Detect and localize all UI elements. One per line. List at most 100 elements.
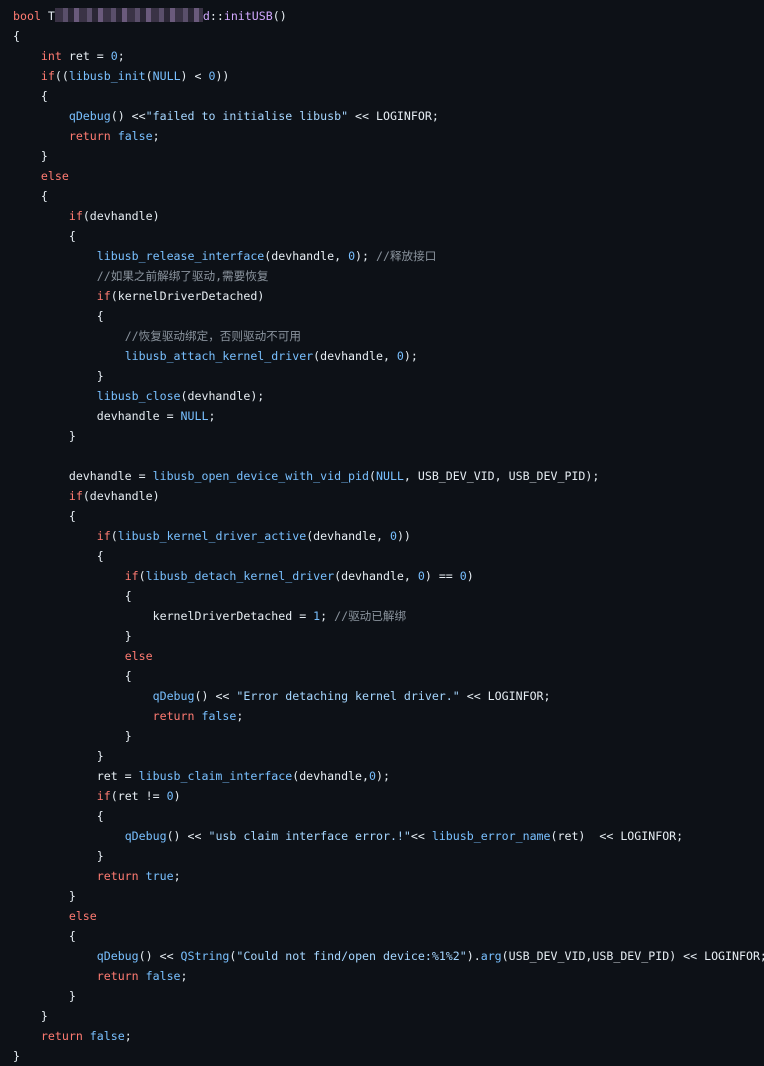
code-line: if(devhandle) <box>13 206 764 226</box>
code-line: } <box>13 886 764 906</box>
code-line: } <box>13 846 764 866</box>
code-line: devhandle = libusb_open_device_with_vid_… <box>13 466 764 486</box>
redacted-class-name <box>54 8 203 22</box>
code-line: return false; <box>13 126 764 146</box>
code-token: (devhandle, <box>306 529 390 543</box>
code-token: << LOGINFOR; <box>459 689 551 703</box>
code-token: () <box>272 9 287 23</box>
code-token: } <box>96 749 104 763</box>
code-token: { <box>40 89 48 103</box>
code-token: 0 <box>389 529 397 543</box>
code-line: { <box>13 926 764 946</box>
code-line: { <box>13 186 764 206</box>
code-line: int ret = 0; <box>13 46 764 66</box>
code-token: (ret != <box>110 789 167 803</box>
code-line: //如果之前解绑了驱动,需要恢复 <box>13 266 764 286</box>
code-token: { <box>96 309 104 323</box>
code-token: , USB_DEV_VID, USB_DEV_PID); <box>403 469 600 483</box>
code-token: ). <box>466 949 481 963</box>
code-token: NULL <box>180 409 209 423</box>
code-token: ); <box>403 349 418 363</box>
code-line: } <box>13 726 764 746</box>
code-line: { <box>13 86 764 106</box>
code-token: if <box>96 789 111 803</box>
code-token: if <box>68 489 83 503</box>
code-token: (devhandle); <box>180 389 265 403</box>
code-line: { <box>13 226 764 246</box>
code-token: qDebug <box>96 949 139 963</box>
code-token: ( <box>138 569 146 583</box>
code-line: if(ret != 0) <box>13 786 764 806</box>
code-token: )) <box>215 69 230 83</box>
code-line: { <box>13 546 764 566</box>
code-token: 0 <box>166 789 174 803</box>
code-token: devhandle = <box>68 469 153 483</box>
code-line: ret = libusb_claim_interface(devhandle,0… <box>13 766 764 786</box>
code-token: } <box>96 369 104 383</box>
code-token: } <box>124 729 132 743</box>
code-token: int <box>40 49 62 63</box>
code-token: libusb_release_interface <box>96 249 265 263</box>
code-token: { <box>96 809 104 823</box>
code-line: libusb_close(devhandle); <box>13 386 764 406</box>
code-line: libusb_attach_kernel_driver(devhandle, 0… <box>13 346 764 366</box>
code-line: } <box>13 1046 764 1066</box>
code-token: } <box>124 629 132 643</box>
code-token: { <box>124 589 132 603</box>
code-token: } <box>40 149 48 163</box>
code-token: //释放接口 <box>376 249 437 263</box>
code-block: bool Td::initUSB(){ int ret = 0; if((lib… <box>13 6 764 1066</box>
code-line: else <box>13 166 764 186</box>
code-line: { <box>13 806 764 826</box>
code-token: return <box>96 869 139 883</box>
code-token: { <box>96 549 104 563</box>
code-token: () << <box>110 109 146 123</box>
code-token: T <box>40 9 55 23</box>
code-token: NULL <box>152 69 181 83</box>
code-line: { <box>13 306 764 326</box>
code-token: (devhandle) <box>82 489 160 503</box>
code-token: libusb_attach_kernel_driver <box>124 349 314 363</box>
code-token: ) <box>173 789 181 803</box>
code-token: 0 <box>348 249 356 263</box>
code-token: } <box>13 1049 20 1063</box>
code-token: (devhandle, <box>334 569 418 583</box>
code-token: ; <box>320 609 335 623</box>
code-token: bool <box>13 9 41 23</box>
code-token: return <box>96 969 139 983</box>
code-token: libusb_detach_kernel_driver <box>145 569 335 583</box>
code-token: true <box>145 869 174 883</box>
code-token: ) < <box>180 69 209 83</box>
code-token: (devhandle, <box>313 349 397 363</box>
code-token: ); <box>375 769 390 783</box>
code-token: libusb_init <box>68 69 146 83</box>
code-token: { <box>68 509 76 523</box>
